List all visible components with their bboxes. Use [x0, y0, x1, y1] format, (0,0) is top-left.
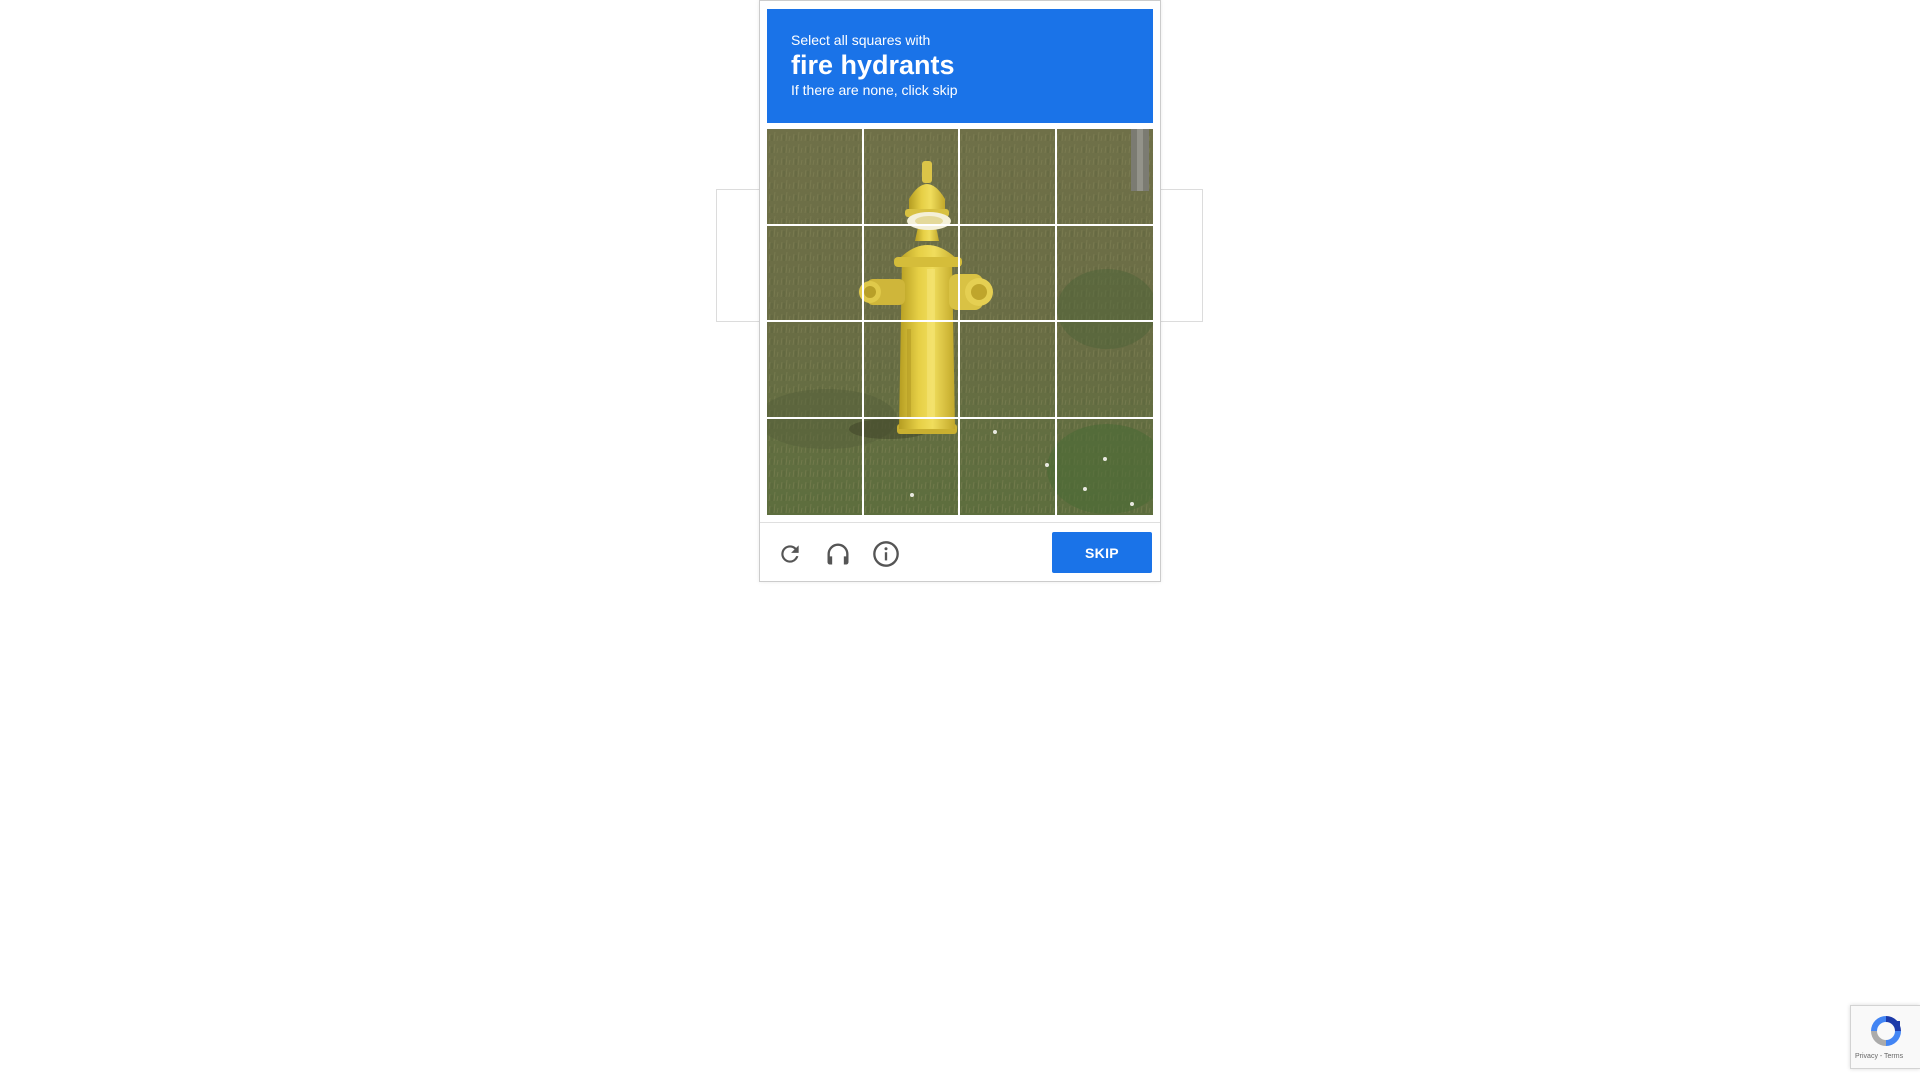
- challenge-footer: SKIP: [760, 523, 1160, 581]
- recaptcha-logo-icon: [1871, 1016, 1901, 1046]
- grid-tile[interactable]: [863, 225, 960, 322]
- recaptcha-challenge-popup: Select all squares with fire hydrants If…: [759, 0, 1161, 582]
- grid-tile[interactable]: [960, 225, 1057, 322]
- instruction-text: Select all squares with: [791, 32, 931, 48]
- grid-tile[interactable]: [960, 129, 1057, 226]
- grid-tile[interactable]: [863, 129, 960, 226]
- challenge-instructions: Select all squares with fire hydrants If…: [767, 9, 1153, 123]
- challenge-image-grid: [767, 129, 1153, 515]
- recaptcha-badge[interactable]: Privacy - Terms: [1850, 1005, 1920, 1069]
- grid-tile[interactable]: [864, 418, 960, 515]
- reload-button[interactable]: [775, 539, 805, 569]
- grid-tile[interactable]: [767, 129, 864, 226]
- grid-tile[interactable]: [1056, 226, 1153, 322]
- info-icon: [873, 541, 899, 567]
- skip-button[interactable]: SKIP: [1052, 532, 1152, 573]
- tile-grid: [767, 129, 1153, 515]
- reload-icon: [781, 545, 799, 563]
- grid-tile[interactable]: [1056, 129, 1153, 226]
- grid-tile[interactable]: [767, 225, 864, 322]
- grid-tile[interactable]: [767, 418, 864, 515]
- grid-tile[interactable]: [863, 322, 960, 419]
- instruction-hint: If there are none, click skip: [791, 82, 958, 98]
- grid-tile[interactable]: [1056, 322, 1153, 419]
- help-button[interactable]: [871, 539, 901, 569]
- headphones-icon: [827, 543, 849, 565]
- instruction-target: fire hydrants: [791, 50, 955, 80]
- audio-challenge-button[interactable]: [823, 539, 853, 569]
- page: Select all squares with fire hydrants If…: [0, 0, 1920, 1080]
- grid-tile[interactable]: [1057, 419, 1154, 516]
- badge-privacy-terms[interactable]: Privacy - Terms: [1855, 1053, 1903, 1060]
- grid-tile[interactable]: [960, 322, 1057, 419]
- grid-tile[interactable]: [960, 418, 1057, 515]
- grid-tile[interactable]: [767, 322, 864, 419]
